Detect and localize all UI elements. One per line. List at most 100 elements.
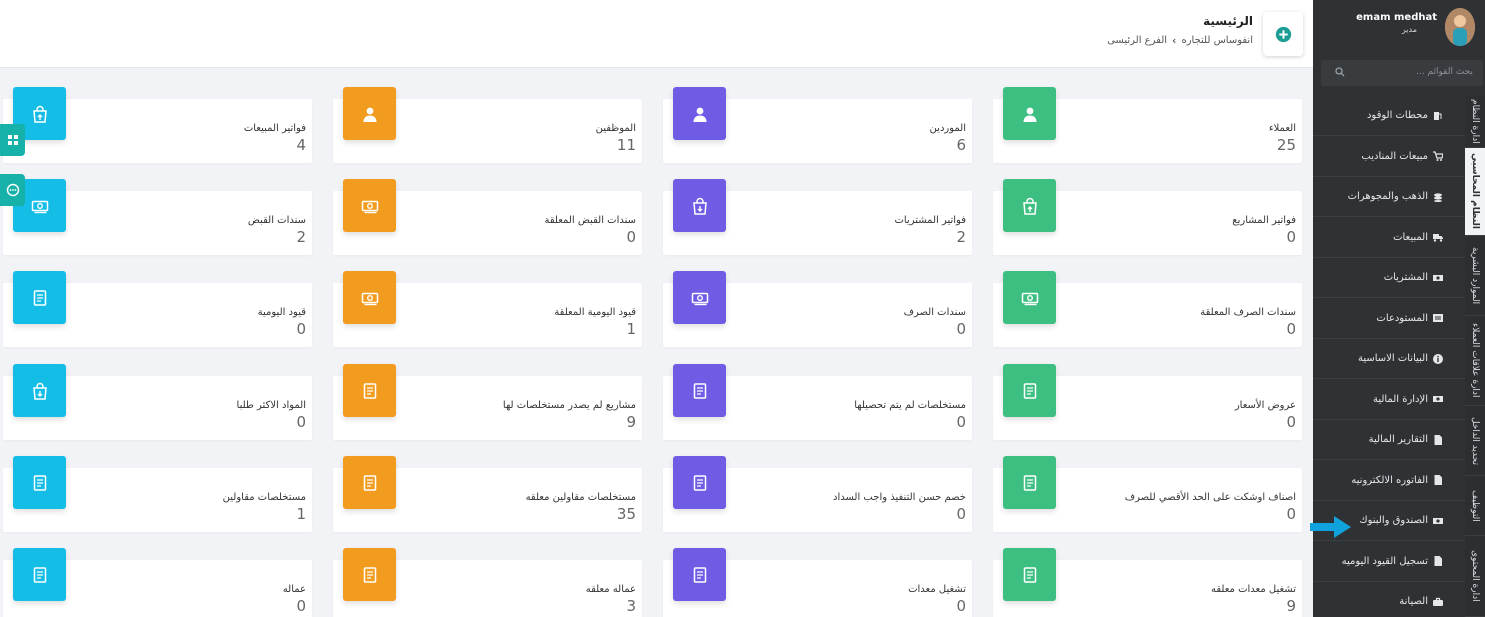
stat-label: سندات الصرف <box>903 307 966 318</box>
stat-value: 0 <box>296 413 306 431</box>
stat-tile[interactable] <box>13 271 66 324</box>
stat-tile[interactable] <box>343 87 396 140</box>
stat-tile[interactable] <box>1003 87 1056 140</box>
stat-tile[interactable] <box>673 87 726 140</box>
stat-tile[interactable] <box>673 364 726 417</box>
sidebar-item[interactable]: التقارير المالية <box>1313 420 1465 460</box>
user-icon <box>363 107 376 122</box>
money-icon <box>1433 396 1443 402</box>
stat-tile[interactable] <box>1003 364 1056 417</box>
sidebar-item-label: مبيعات المناديب <box>1361 150 1428 162</box>
stat-tile[interactable] <box>13 364 66 417</box>
vertical-tab-label: الموارد البشرية <box>1470 246 1480 305</box>
vertical-tab[interactable]: ادارة علاقات العملاء <box>1465 316 1485 406</box>
stat-label: قيود اليومية المعلقة <box>554 307 636 318</box>
document-icon <box>693 382 706 399</box>
stat-label: تشغيل معدات معلقه <box>1210 584 1296 595</box>
stat-tile[interactable] <box>1003 179 1056 232</box>
main-content: الرئيسية انفوساس للتجاره › الفرع الرئيسى… <box>0 0 1313 617</box>
document-icon <box>363 566 376 583</box>
stat-label: فواتير المشاريع <box>1232 215 1296 226</box>
stat-label: فواتير المبيعات <box>243 123 306 134</box>
info-icon <box>1433 353 1443 364</box>
money-icon <box>1433 517 1443 524</box>
sidebar-item[interactable]: الصيانة <box>1313 582 1465 617</box>
vertical-tab[interactable]: ادارة النظام <box>1465 96 1485 148</box>
stat-value: 0 <box>1286 505 1296 523</box>
breadcrumb-branch[interactable]: الفرع الرئيسى <box>1107 35 1167 46</box>
vertical-tab[interactable]: النظام المحاسبي <box>1465 148 1485 236</box>
stat-value: 25 <box>1276 136 1296 154</box>
stat-tile[interactable] <box>1003 548 1056 601</box>
sidebar-item[interactable]: الذهب والمجوهرات <box>1313 177 1465 217</box>
sidebar-item[interactable]: المبيعات <box>1313 218 1465 258</box>
stat-value: 0 <box>296 597 306 615</box>
sidebar-item[interactable]: مبيعات المناديب <box>1313 137 1465 177</box>
sidebar-item[interactable]: الإدارة المالية <box>1313 380 1465 420</box>
stat-value: 0 <box>956 597 966 615</box>
stat-label: عماله <box>282 584 306 595</box>
stat-tile[interactable] <box>1003 456 1056 509</box>
stat-tile[interactable] <box>13 548 66 601</box>
stat-tile[interactable] <box>343 456 396 509</box>
stat-tile[interactable] <box>343 179 396 232</box>
truck-icon <box>1433 234 1443 242</box>
sidebar-item-label: محطات الوقود <box>1366 110 1428 121</box>
money-icon <box>1021 292 1038 305</box>
vertical-tab-label: ادارة النظام <box>1470 99 1480 144</box>
stat-tile[interactable] <box>343 364 396 417</box>
warehouse-icon <box>1433 314 1443 322</box>
shopping-bag-up-icon <box>1022 197 1037 215</box>
stat-value: 1 <box>296 505 306 523</box>
avatar[interactable] <box>1445 8 1475 46</box>
fuel-icon <box>1434 111 1442 120</box>
breadcrumb-company[interactable]: انفوساس للتجاره <box>1181 35 1253 46</box>
stat-value: 0 <box>1286 228 1296 246</box>
sidebar-item[interactable]: محطات الوقود <box>1313 96 1465 136</box>
stat-tile[interactable] <box>673 456 726 509</box>
vertical-tab-label: ادارة علاقات العملاء <box>1470 323 1480 398</box>
sidebar-item-label: المبيعات <box>1393 231 1428 243</box>
stat-label: اصناف اوشكت على الحد الأقصي للصرف <box>1124 492 1296 503</box>
stat-value: 0 <box>956 320 966 338</box>
stat-tile[interactable] <box>673 179 726 232</box>
breadcrumb: انفوساس للتجاره › الفرع الرئيسى <box>1107 34 1253 47</box>
chat-icon <box>6 183 19 197</box>
app-logo[interactable] <box>1263 12 1303 56</box>
document-icon <box>363 382 376 399</box>
top-bar: الرئيسية انفوساس للتجاره › الفرع الرئيسى <box>0 0 1313 68</box>
stat-label: المواد الاكثر طلبا <box>236 400 306 411</box>
apps-grid-button[interactable] <box>0 124 25 156</box>
chat-button[interactable] <box>0 174 25 206</box>
stat-value: 0 <box>1286 320 1296 338</box>
stat-tile[interactable] <box>1003 271 1056 324</box>
stat-tile[interactable] <box>673 271 726 324</box>
money-icon <box>691 292 708 305</box>
stat-value: 11 <box>616 136 636 154</box>
page-title: الرئيسية <box>1203 14 1253 28</box>
logo-icon <box>1275 26 1291 42</box>
user-icon <box>1023 107 1036 122</box>
stat-tile[interactable] <box>343 271 396 324</box>
vertical-tab[interactable]: تحديد الداخل <box>1465 406 1485 476</box>
stat-tile[interactable] <box>343 548 396 601</box>
file-icon <box>1434 475 1442 485</box>
sidebar-item[interactable]: المشتريات <box>1313 258 1465 298</box>
sidebar-item[interactable]: تسجيل القيود اليوميه <box>1313 542 1465 582</box>
vertical-tab[interactable]: التوظيف <box>1465 476 1485 536</box>
vertical-tab[interactable]: ادارة المحتوى <box>1465 536 1485 617</box>
stat-tile[interactable] <box>13 456 66 509</box>
sidebar-item[interactable]: المستودعات <box>1313 299 1465 339</box>
vertical-tab[interactable]: الموارد البشرية <box>1465 236 1485 316</box>
stat-tile[interactable] <box>673 548 726 601</box>
stat-value: 0 <box>956 413 966 431</box>
sidebar-item[interactable]: البيانات الاساسية <box>1313 339 1465 379</box>
sidebar-item-label: الصندوق والبنوك <box>1359 515 1428 526</box>
stat-value: 9 <box>1286 597 1296 615</box>
sidebar-item-label: تسجيل القيود اليوميه <box>1341 555 1428 567</box>
menu-search-input[interactable]: بحث القوائم ... <box>1321 60 1483 86</box>
sidebar-item[interactable]: الفاتوره الالكترونيه <box>1313 461 1465 501</box>
document-icon <box>1023 474 1036 491</box>
shopping-bag-up-icon <box>32 105 47 123</box>
vertical-tab-label: التوظيف <box>1470 489 1480 522</box>
